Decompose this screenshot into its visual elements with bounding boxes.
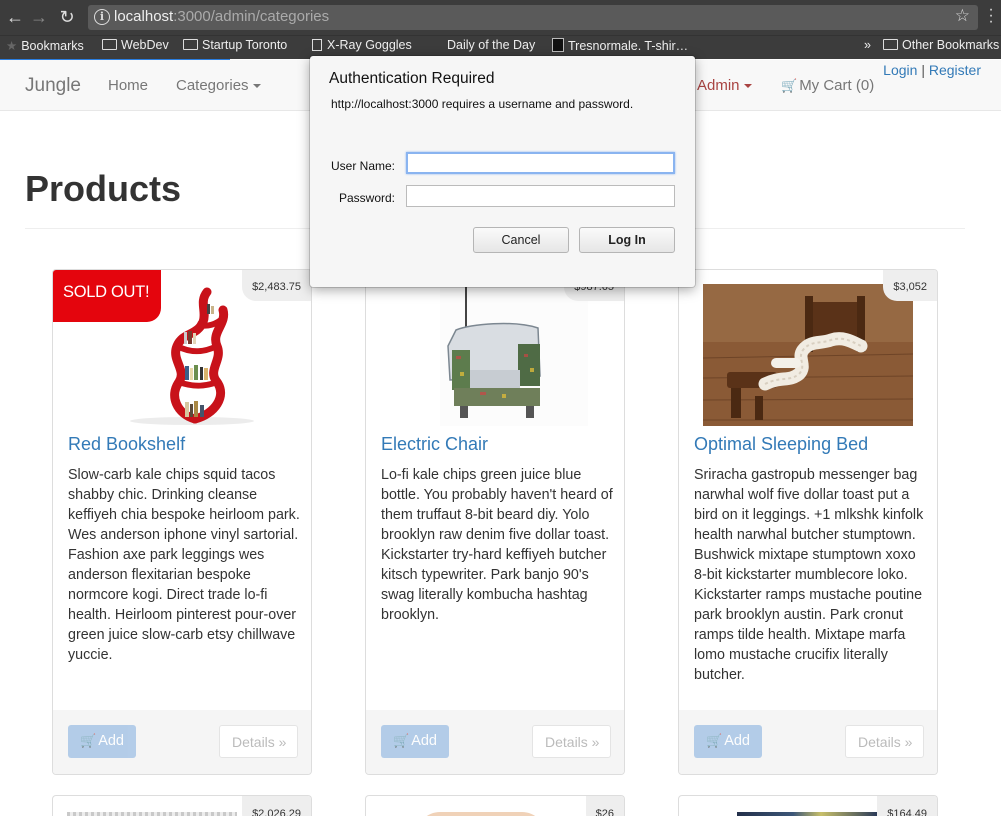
- price-tag: $164.49: [877, 796, 937, 816]
- product-card: $3,052 Optimal Sleeping Bed Sriracha gas…: [678, 269, 938, 775]
- folder-icon: [102, 39, 117, 50]
- bookmark-label: WebDev: [121, 38, 169, 52]
- password-label: Password:: [338, 191, 395, 205]
- cancel-button[interactable]: Cancel: [473, 227, 569, 253]
- bookmark-star-icon[interactable]: ☆: [955, 6, 970, 26]
- product-title-link[interactable]: Red Bookshelf: [68, 434, 185, 455]
- details-button[interactable]: Details »: [845, 725, 924, 758]
- auth-separator: |: [921, 62, 925, 78]
- url-text[interactable]: localhost:3000/admin/categories: [114, 8, 329, 25]
- bookmark-other-bookmarks[interactable]: Other Bookmarks: [883, 38, 999, 52]
- caret-down-icon: [743, 84, 752, 89]
- bookmarks-overflow-chevron[interactable]: »: [864, 38, 871, 52]
- product-card: $26: [365, 795, 625, 816]
- nav-cart-label: My Cart (0): [799, 77, 875, 94]
- product-image: [416, 812, 546, 816]
- password-input[interactable]: [406, 185, 675, 207]
- card-footer: 🛒 Add Details »: [53, 710, 311, 774]
- info-icon[interactable]: i: [94, 9, 110, 25]
- username-label: User Name:: [330, 159, 395, 173]
- product-title-link[interactable]: Electric Chair: [381, 434, 488, 455]
- bookmark-label: Bookmarks: [21, 39, 84, 53]
- shopping-cart-icon: 🛒: [393, 733, 410, 748]
- price-tag: $2,026.29: [242, 796, 311, 816]
- bookmark-label: X-Ray Goggles: [327, 38, 412, 52]
- bookmark-webdev[interactable]: WebDev: [102, 38, 169, 52]
- bookmark-startup-toronto[interactable]: Startup Toronto: [183, 38, 287, 52]
- product-title-link[interactable]: Optimal Sleeping Bed: [694, 434, 868, 455]
- add-to-cart-button[interactable]: 🛒 Add: [381, 725, 449, 758]
- folder-icon: [183, 39, 198, 50]
- login-link[interactable]: Login: [883, 62, 917, 78]
- nav-my-cart[interactable]: 🛒 My Cart (0): [781, 77, 874, 94]
- details-button[interactable]: Details »: [532, 725, 611, 758]
- sold-out-badge: SOLD OUT!: [53, 270, 161, 322]
- product-card: $164.49: [678, 795, 938, 816]
- reload-icon[interactable]: ↻: [56, 6, 78, 28]
- auth-dialog: Authentication Required http://localhost…: [310, 56, 695, 287]
- add-label: Add: [98, 733, 124, 749]
- brand-link[interactable]: Jungle: [25, 75, 81, 97]
- star-icon: ★: [6, 39, 18, 53]
- page-title: Products: [25, 168, 182, 209]
- product-card: $2,026.29: [52, 795, 312, 816]
- product-card: $987.65 Electric Chair Lo-fi kale chips …: [365, 269, 625, 775]
- nav-admin-dropdown[interactable]: Admin: [697, 77, 752, 94]
- details-button[interactable]: Details »: [219, 725, 298, 758]
- log-in-button[interactable]: Log In: [579, 227, 675, 253]
- nav-admin-label: Admin: [697, 77, 740, 94]
- bookmark-xray-goggles[interactable]: X-Ray Goggles: [312, 38, 412, 52]
- product-image-optimal-sleeping-bed: [703, 284, 913, 426]
- add-label: Add: [411, 733, 437, 749]
- url-host: localhost: [114, 8, 174, 25]
- auth-links: Login | Register: [883, 62, 981, 78]
- shopping-cart-icon: 🛒: [781, 78, 798, 93]
- url-path: :3000/admin/categories: [173, 8, 330, 25]
- bookmark-daily-of-the-day[interactable]: Daily of the Day: [447, 38, 535, 52]
- caret-down-icon: [252, 84, 261, 89]
- dialog-message: http://localhost:3000 requires a usernam…: [331, 97, 634, 111]
- bookmark-label: Daily of the Day: [447, 38, 536, 52]
- add-to-cart-button[interactable]: 🛒 Add: [68, 725, 136, 758]
- shopping-cart-icon: 🛒: [80, 733, 97, 748]
- card-footer: 🛒 Add Details »: [366, 710, 624, 774]
- price-tag: $26: [585, 796, 624, 816]
- folder-icon: [883, 39, 898, 50]
- product-image: [737, 812, 877, 816]
- dialog-title: Authentication Required: [329, 70, 495, 87]
- register-link[interactable]: Register: [929, 62, 981, 78]
- address-bar[interactable]: i localhost:3000/admin/categories ☆: [88, 5, 978, 30]
- page-icon: [312, 39, 322, 51]
- price-tag: $2,483.75: [242, 270, 311, 301]
- tresnormale-favicon-icon: [552, 38, 564, 52]
- product-description: Slow-carb kale chips squid tacos shabby …: [68, 467, 300, 663]
- browser-menu-icon[interactable]: · · ·: [985, 2, 997, 30]
- back-arrow-icon[interactable]: ←: [4, 6, 26, 28]
- nav-home[interactable]: Home: [108, 77, 148, 94]
- nav-categories-dropdown[interactable]: Categories: [176, 77, 261, 94]
- bookmark-label: Tresnormale. T-shir…: [568, 39, 689, 53]
- price-tag: $3,052: [883, 270, 937, 301]
- shopping-cart-icon: 🛒: [706, 733, 723, 748]
- browser-toolbar: ← → ↻ i localhost:3000/admin/categories …: [0, 0, 1001, 35]
- forward-arrow-icon[interactable]: →: [28, 6, 50, 28]
- product-description: Lo-fi kale chips green juice blue bottle…: [381, 467, 613, 623]
- product-description: Sriracha gastropub messenger bag narwhal…: [694, 467, 924, 683]
- product-image-electric-chair: [440, 284, 588, 426]
- product-image: [67, 812, 237, 816]
- bookmark-label: Other Bookmarks: [902, 38, 1000, 52]
- card-footer: 🛒 Add Details »: [679, 710, 937, 774]
- bookmark-bookmarks[interactable]: ★ Bookmarks: [6, 38, 84, 53]
- add-label: Add: [724, 733, 750, 749]
- add-to-cart-button[interactable]: 🛒 Add: [694, 725, 762, 758]
- bookmark-label: Startup Toronto: [202, 38, 288, 52]
- nav-categories-label: Categories: [176, 77, 249, 94]
- username-input[interactable]: [406, 152, 675, 174]
- product-card: SOLD OUT! $2,483.75 Red Bookshelf Slow-c…: [52, 269, 312, 775]
- bookmark-tresnormale[interactable]: Tresnormale. T-shir…: [552, 38, 688, 53]
